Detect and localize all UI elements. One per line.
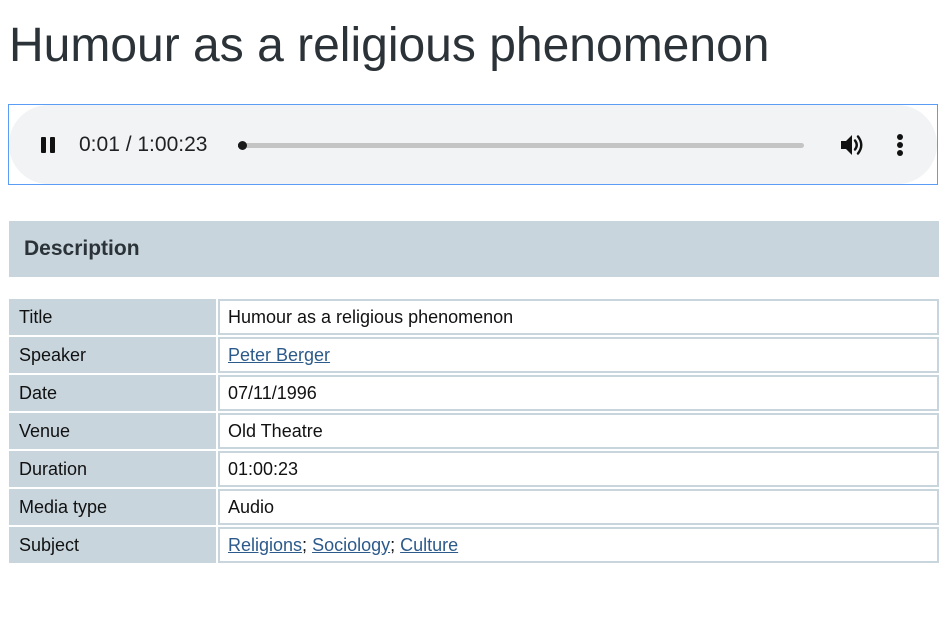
audio-player-frame: 0:01 / 1:00:23 xyxy=(8,104,938,185)
page-title: Humour as a religious phenomenon xyxy=(9,19,770,72)
row-value-date: 07/11/1996 xyxy=(218,375,939,411)
table-row: Title Humour as a religious phenomenon xyxy=(9,299,939,335)
row-label-speaker: Speaker xyxy=(9,337,216,373)
description-heading: Description xyxy=(24,237,140,260)
subject-link-religions[interactable]: Religions xyxy=(228,535,302,555)
row-value-title: Humour as a religious phenomenon xyxy=(218,299,939,335)
subject-separator: ; xyxy=(302,534,313,555)
table-row: Venue Old Theatre xyxy=(9,413,939,449)
more-options-button[interactable] xyxy=(889,132,911,158)
seek-slider[interactable] xyxy=(238,141,804,150)
subject-link-sociology[interactable]: Sociology xyxy=(312,535,390,555)
table-row: Subject Religions; Sociology; Culture xyxy=(9,527,939,563)
row-value-duration: 01:00:23 xyxy=(218,451,939,487)
row-label-subject: Subject xyxy=(9,527,216,563)
subject-link-culture[interactable]: Culture xyxy=(400,535,458,555)
time-display: 0:01 / 1:00:23 xyxy=(79,133,208,156)
row-value-subject: Religions; Sociology; Culture xyxy=(218,527,939,563)
row-value-venue: Old Theatre xyxy=(218,413,939,449)
seek-thumb[interactable] xyxy=(238,141,247,150)
volume-icon xyxy=(841,135,863,155)
table-row: Media type Audio xyxy=(9,489,939,525)
description-header: Description xyxy=(9,221,939,277)
speaker-link[interactable]: Peter Berger xyxy=(228,345,330,365)
row-label-duration: Duration xyxy=(9,451,216,487)
row-value-speaker: Peter Berger xyxy=(218,337,939,373)
audio-player[interactable]: 0:01 / 1:00:23 xyxy=(9,105,937,184)
row-value-media-type: Audio xyxy=(218,489,939,525)
subject-separator: ; xyxy=(390,534,401,555)
table-row: Date 07/11/1996 xyxy=(9,375,939,411)
page: Humour as a religious phenomenon 0:01 / … xyxy=(0,0,950,630)
table-row: Speaker Peter Berger xyxy=(9,337,939,373)
row-label-title: Title xyxy=(9,299,216,335)
volume-button[interactable] xyxy=(838,132,866,158)
row-label-date: Date xyxy=(9,375,216,411)
pause-button[interactable] xyxy=(37,134,59,156)
table-row: Duration 01:00:23 xyxy=(9,451,939,487)
row-label-venue: Venue xyxy=(9,413,216,449)
row-label-media-type: Media type xyxy=(9,489,216,525)
metadata-table: Title Humour as a religious phenomenon S… xyxy=(7,297,941,565)
